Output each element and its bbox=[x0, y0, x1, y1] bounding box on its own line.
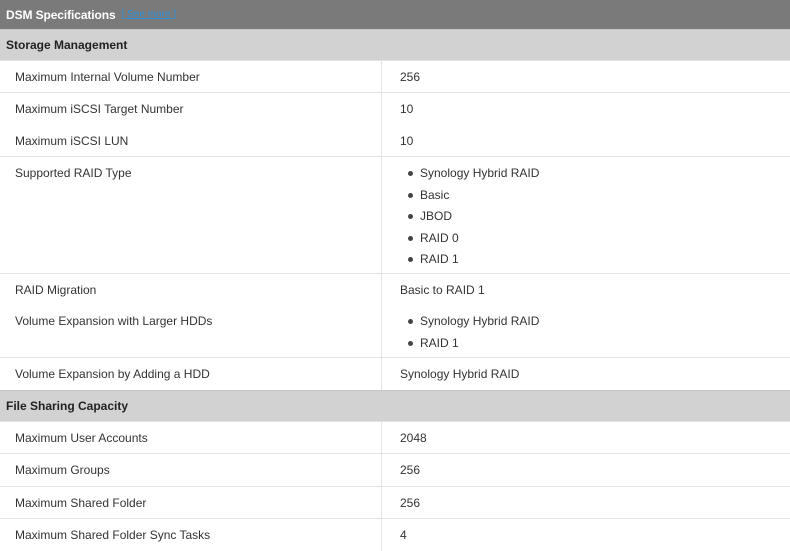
spec-label: Maximum iSCSI Target Number bbox=[0, 93, 382, 125]
spec-row-expansion-larger-hdds: Volume Expansion with Larger HDDs Synolo… bbox=[0, 305, 790, 357]
list-item: RAID 1 bbox=[400, 252, 790, 274]
spec-value: 10 bbox=[400, 102, 414, 116]
bullet-dot-icon bbox=[408, 319, 413, 324]
spec-label: Maximum Shared Folder Sync Tasks bbox=[0, 519, 382, 551]
list-item: JBOD bbox=[400, 209, 790, 231]
bullet-dot-icon bbox=[408, 340, 413, 346]
spec-value-list: Synology Hybrid RAID Basic JBOD RAID 0 R… bbox=[382, 157, 790, 273]
raid-type-list: Synology Hybrid RAID Basic JBOD RAID 0 R… bbox=[400, 166, 790, 274]
spec-label: RAID Migration bbox=[0, 274, 382, 305]
spec-value: 256 bbox=[400, 70, 421, 84]
list-item: RAID 0 bbox=[400, 231, 790, 253]
spec-label: Maximum Groups bbox=[0, 454, 382, 486]
spec-row-raid-migration: RAID Migration Basic to RAID 1 bbox=[0, 273, 790, 305]
expansion-larger-list: Synology Hybrid RAID RAID 1 bbox=[400, 314, 790, 357]
list-item: Basic bbox=[400, 188, 790, 210]
spec-value: Synology Hybrid RAID bbox=[400, 367, 520, 381]
spec-row-max-user-accounts: Maximum User Accounts 2048 bbox=[0, 421, 790, 453]
dsm-specifications-panel: DSM Specifications [ See more ] Storage … bbox=[0, 0, 790, 551]
spec-label: Maximum Shared Folder bbox=[0, 487, 382, 518]
spec-row-raid-type: Supported RAID Type Synology Hybrid RAID… bbox=[0, 156, 790, 273]
spec-row-max-iscsi-lun: Maximum iSCSI LUN 10 bbox=[0, 125, 790, 156]
see-more-link[interactable]: [ See more ] bbox=[122, 9, 176, 20]
spec-label: Volume Expansion with Larger HDDs bbox=[0, 305, 382, 357]
spec-row-max-iscsi-target: Maximum iSCSI Target Number 10 bbox=[0, 92, 790, 125]
spec-label: Maximum Internal Volume Number bbox=[0, 61, 382, 92]
spec-label: Supported RAID Type bbox=[0, 157, 382, 273]
spec-label: Volume Expansion by Adding a HDD bbox=[0, 358, 382, 390]
spec-label: Maximum iSCSI LUN bbox=[0, 125, 382, 156]
spec-row-expansion-adding-hdd: Volume Expansion by Adding a HDD Synolog… bbox=[0, 357, 790, 390]
spec-value: 4 bbox=[400, 528, 407, 542]
spec-label: Maximum User Accounts bbox=[0, 422, 382, 453]
list-item: Synology Hybrid RAID bbox=[400, 166, 790, 188]
spec-value: 256 bbox=[400, 496, 421, 510]
spec-row-max-internal-volume: Maximum Internal Volume Number 256 bbox=[0, 60, 790, 92]
title-bar: DSM Specifications [ See more ] bbox=[0, 0, 790, 29]
spec-value: Basic to RAID 1 bbox=[400, 283, 485, 297]
list-item: RAID 1 bbox=[400, 336, 790, 358]
spec-row-max-shared-folder: Maximum Shared Folder 256 bbox=[0, 486, 790, 518]
spec-value: 2048 bbox=[400, 431, 427, 445]
spec-row-max-sync-tasks: Maximum Shared Folder Sync Tasks 4 bbox=[0, 518, 790, 551]
spec-value: 256 bbox=[400, 463, 421, 477]
bullet-dot-icon bbox=[408, 171, 413, 176]
bullet-dot-icon bbox=[408, 192, 413, 198]
bullet-dot-icon bbox=[408, 235, 413, 241]
spec-value-list: Synology Hybrid RAID RAID 1 bbox=[382, 305, 790, 357]
spec-value: 10 bbox=[400, 134, 414, 148]
spec-row-max-groups: Maximum Groups 256 bbox=[0, 453, 790, 486]
bullet-dot-icon bbox=[408, 257, 413, 262]
panel-title: DSM Specifications bbox=[6, 7, 116, 22]
list-item: Synology Hybrid RAID bbox=[400, 314, 790, 336]
bullet-dot-icon bbox=[408, 214, 413, 219]
section-header-file-sharing: File Sharing Capacity bbox=[0, 390, 790, 421]
section-header-storage: Storage Management bbox=[0, 29, 790, 60]
